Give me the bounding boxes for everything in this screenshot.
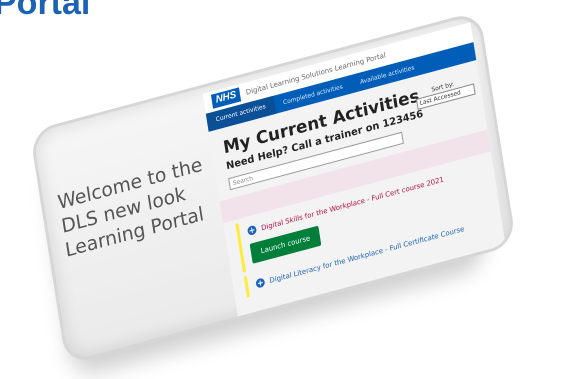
expand-plus-icon[interactable]: + xyxy=(246,224,258,237)
screenshot-scene: Welcome to the DLS new look Learning Por… xyxy=(0,0,567,379)
welcome-text: Welcome to the DLS new look Learning Por… xyxy=(56,153,206,262)
expand-plus-icon[interactable]: + xyxy=(255,277,266,289)
learning-portal-app: NHS Digital Learning Solutions Learning … xyxy=(202,22,508,327)
